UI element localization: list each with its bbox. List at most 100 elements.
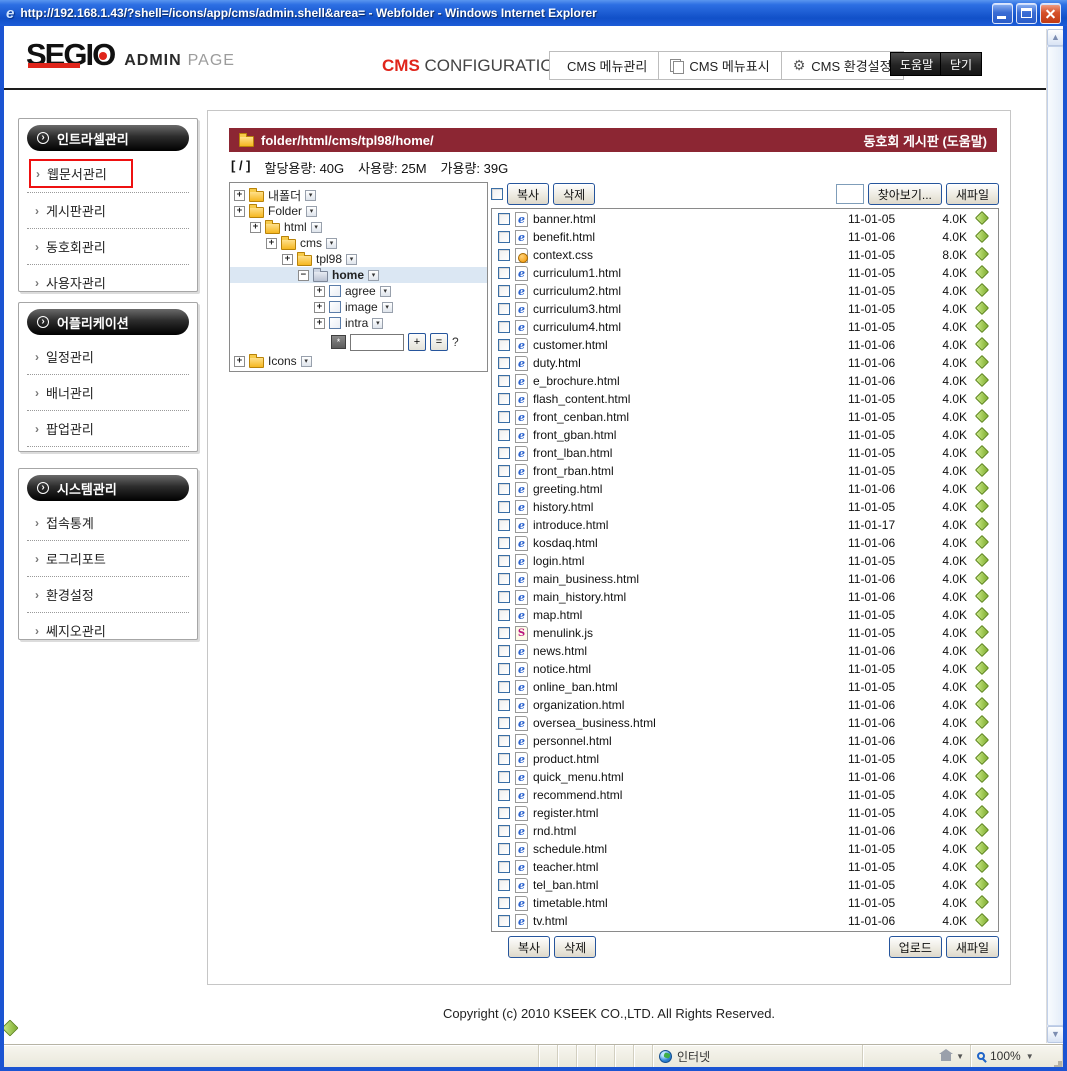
file-name[interactable]: quick_menu.html xyxy=(533,770,843,784)
sidebar-section-header[interactable]: ›시스템관리 xyxy=(27,475,189,501)
file-row[interactable]: eschedule.html11-01-054.0K xyxy=(492,840,998,858)
file-checkbox[interactable] xyxy=(498,537,510,549)
new-folder-name-input[interactable] xyxy=(350,334,404,351)
file-checkbox[interactable] xyxy=(498,591,510,603)
file-row[interactable]: eflash_content.html11-01-054.0K xyxy=(492,390,998,408)
expand-toggle-icon[interactable]: − xyxy=(298,270,309,281)
file-name[interactable]: front_rban.html xyxy=(533,464,843,478)
file-name[interactable]: menulink.js xyxy=(533,626,843,640)
edit-icon[interactable] xyxy=(975,373,989,387)
dropdown-icon[interactable]: ▾ xyxy=(301,356,312,367)
file-checkbox[interactable] xyxy=(498,789,510,801)
edit-icon[interactable] xyxy=(975,301,989,315)
file-checkbox[interactable] xyxy=(498,843,510,855)
tree-row[interactable]: +html▾ xyxy=(230,219,487,235)
tree-node-label[interactable]: Folder xyxy=(268,204,302,218)
edit-icon[interactable] xyxy=(975,643,989,657)
dropdown-icon[interactable]: ▾ xyxy=(368,270,379,281)
expand-toggle-icon[interactable]: + xyxy=(314,302,325,313)
nav-button-document[interactable]: CMS 메뉴관리 xyxy=(549,51,659,80)
sidebar-item[interactable]: ›동호회관리 xyxy=(27,229,189,265)
tree-row[interactable]: −home▾ xyxy=(230,267,487,283)
file-checkbox[interactable] xyxy=(498,699,510,711)
file-checkbox[interactable] xyxy=(498,609,510,621)
scrollbar-thumb[interactable] xyxy=(1047,46,1063,1026)
file-checkbox[interactable] xyxy=(498,231,510,243)
dropdown-icon[interactable]: ▾ xyxy=(346,254,357,265)
file-name[interactable]: e_brochure.html xyxy=(533,374,843,388)
edit-icon[interactable] xyxy=(975,679,989,693)
file-name[interactable]: register.html xyxy=(533,806,843,820)
file-row[interactable]: eduty.html11-01-064.0K xyxy=(492,354,998,372)
file-name[interactable]: tel_ban.html xyxy=(533,878,843,892)
file-row[interactable]: erecommend.html11-01-054.0K xyxy=(492,786,998,804)
maximize-button[interactable] xyxy=(1016,3,1037,24)
file-name[interactable]: history.html xyxy=(533,500,843,514)
tree-row[interactable]: + Folder ▾ xyxy=(230,203,487,219)
help-button[interactable]: 도움말 xyxy=(890,52,943,76)
file-name[interactable]: product.html xyxy=(533,752,843,766)
file-name[interactable]: customer.html xyxy=(533,338,843,352)
file-checkbox[interactable] xyxy=(498,771,510,783)
expand-toggle-icon[interactable]: + xyxy=(234,206,245,217)
file-name[interactable]: front_cenban.html xyxy=(533,410,843,424)
file-row[interactable]: context.css11-01-058.0K xyxy=(492,246,998,264)
file-checkbox[interactable] xyxy=(498,213,510,225)
tree-node-label[interactable]: cms xyxy=(300,236,322,250)
edit-icon[interactable] xyxy=(975,481,989,495)
file-name[interactable]: main_history.html xyxy=(533,590,843,604)
file-checkbox[interactable] xyxy=(498,555,510,567)
file-checkbox[interactable] xyxy=(498,249,510,261)
file-row[interactable]: efront_cenban.html11-01-054.0K xyxy=(492,408,998,426)
file-row[interactable]: ecurriculum4.html11-01-054.0K xyxy=(492,318,998,336)
sidebar-item[interactable]: ›사용자관리 xyxy=(27,265,189,292)
edit-icon[interactable] xyxy=(975,355,989,369)
file-name[interactable]: introduce.html xyxy=(533,518,843,532)
dropdown-icon[interactable]: ▾ xyxy=(306,206,317,217)
file-name[interactable]: rnd.html xyxy=(533,824,843,838)
file-row[interactable]: efront_gban.html11-01-054.0K xyxy=(492,426,998,444)
zoom-pane[interactable]: 100% ▼ xyxy=(971,1045,1063,1067)
file-row[interactable]: eorganization.html11-01-064.0K xyxy=(492,696,998,714)
edit-icon[interactable] xyxy=(975,625,989,639)
tree-node-label[interactable]: intra xyxy=(345,316,368,330)
tree-row[interactable]: +cms▾ xyxy=(230,235,487,251)
tree-node-label[interactable]: Icons xyxy=(268,354,297,368)
file-checkbox[interactable] xyxy=(498,465,510,477)
resize-grip[interactable] xyxy=(1058,1061,1062,1065)
file-row[interactable]: epersonnel.html11-01-064.0K xyxy=(492,732,998,750)
tree-node-label[interactable]: agree xyxy=(345,284,376,298)
file-name[interactable]: front_lban.html xyxy=(533,446,843,460)
dropdown-icon[interactable]: ▾ xyxy=(305,190,316,201)
file-checkbox[interactable] xyxy=(498,447,510,459)
file-checkbox[interactable] xyxy=(498,807,510,819)
sidebar-item[interactable]: ›웹문서관리 xyxy=(27,155,189,193)
create-folder-button[interactable]: + xyxy=(408,333,426,351)
file-checkbox[interactable] xyxy=(498,267,510,279)
tree-node-label[interactable]: 내폴더 xyxy=(268,187,301,204)
file-row[interactable]: eregister.html11-01-054.0K xyxy=(492,804,998,822)
file-row[interactable]: eoversea_business.html11-01-064.0K xyxy=(492,714,998,732)
edit-icon[interactable] xyxy=(975,733,989,747)
rename-folder-button[interactable]: = xyxy=(430,333,448,351)
edit-icon[interactable] xyxy=(975,751,989,765)
file-checkbox[interactable] xyxy=(498,285,510,297)
vertical-scrollbar[interactable]: ▲ ▼ xyxy=(1046,29,1063,1043)
tree-row[interactable]: +agree▾ xyxy=(230,283,487,299)
board-help-link[interactable]: 동호회 게시판 (도움말) xyxy=(863,131,987,150)
expand-toggle-icon[interactable]: + xyxy=(282,254,293,265)
edit-icon[interactable] xyxy=(975,553,989,567)
edit-icon[interactable] xyxy=(975,337,989,351)
edit-icon[interactable] xyxy=(975,283,989,297)
file-checkbox[interactable] xyxy=(498,915,510,927)
file-row[interactable]: enews.html11-01-064.0K xyxy=(492,642,998,660)
file-row[interactable]: emain_history.html11-01-064.0K xyxy=(492,588,998,606)
file-name[interactable]: main_business.html xyxy=(533,572,843,586)
edit-icon[interactable] xyxy=(975,265,989,279)
minimize-button[interactable] xyxy=(992,3,1013,24)
file-checkbox[interactable] xyxy=(498,753,510,765)
file-row[interactable]: etel_ban.html11-01-054.0K xyxy=(492,876,998,894)
file-checkbox[interactable] xyxy=(498,879,510,891)
file-checkbox[interactable] xyxy=(498,357,510,369)
edit-icon[interactable] xyxy=(975,715,989,729)
